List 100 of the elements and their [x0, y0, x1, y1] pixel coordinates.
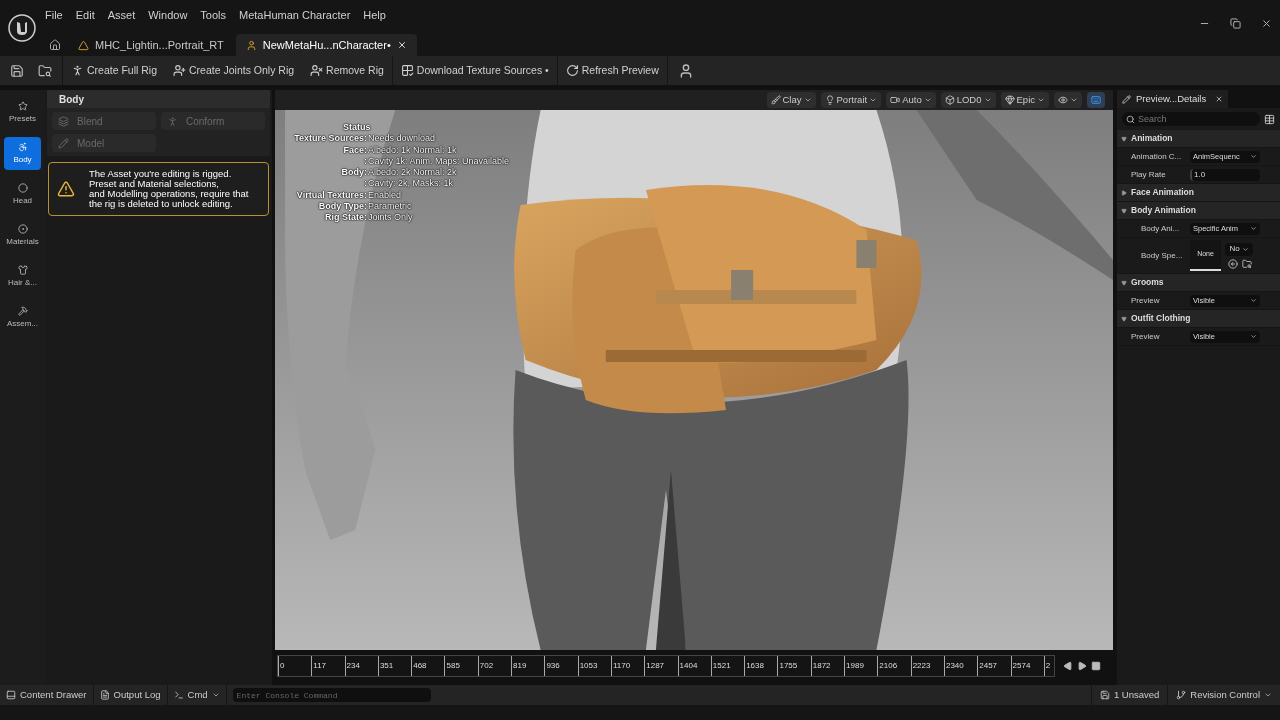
status-bar-button[interactable]: Cmd: [167, 685, 227, 705]
viewport-button[interactable]: Epic: [1000, 92, 1049, 108]
status-bar-button[interactable]: Content Drawer: [0, 685, 94, 705]
timeline-tick-label: 2340: [944, 661, 964, 670]
viewport-button[interactable]: [1087, 92, 1105, 108]
dropdown[interactable]: No: [1225, 242, 1253, 256]
property-label: Play Rate: [1131, 168, 1167, 181]
brush-icon: [770, 95, 781, 105]
toolbar-button[interactable]: Remove Rig: [302, 56, 392, 85]
search-field[interactable]: Search: [1122, 112, 1260, 126]
timeline-tick-label: 1872: [811, 661, 831, 670]
engine-logo-icon[interactable]: [8, 14, 36, 42]
previous-icon[interactable]: [1063, 661, 1073, 671]
timeline-tick-label: 1638: [745, 661, 764, 670]
caret-icon: [1264, 691, 1272, 699]
details-tab[interactable]: Preview...Details: [1117, 90, 1229, 108]
section-header[interactable]: Grooms: [1117, 274, 1280, 292]
toolbar-button[interactable]: Create Joints Only Rig: [165, 56, 303, 85]
caret-icon: [869, 96, 878, 104]
revision-control-button[interactable]: Revision Control: [1167, 685, 1280, 705]
status-label: Body:: [341, 167, 367, 179]
toolbar-button[interactable]: Refresh Preview: [556, 56, 667, 85]
caret-icon: [1250, 225, 1257, 232]
timeline-tick-label: 2574: [1011, 661, 1031, 670]
timeline-tick-label: 936: [545, 661, 560, 670]
expander-icon: [1121, 189, 1127, 196]
drawer-icon: [6, 690, 16, 700]
viewport-button[interactable]: Clay: [766, 92, 816, 108]
section-header[interactable]: Body Animation: [1117, 202, 1280, 220]
timeline-tick-label: 1521: [711, 661, 731, 670]
property-label: Preview: [1131, 294, 1161, 307]
status-label: Texture Sources:: [294, 133, 367, 145]
layers-icon: [58, 115, 69, 127]
document-tab[interactable]: NewMetaHu...nCharacter•: [235, 34, 417, 56]
viewport-button[interactable]: [1054, 92, 1082, 108]
toolbar-button[interactable]: Download Texture Sources •: [391, 56, 557, 85]
menu-item[interactable]: Help: [363, 6, 386, 24]
browse-icon[interactable]: [38, 63, 52, 78]
eye-icon: [1058, 95, 1068, 105]
menu-item[interactable]: MetaHuman Character: [239, 6, 351, 24]
close-icon[interactable]: [396, 40, 407, 50]
side-tab[interactable]: Body: [4, 137, 41, 170]
side-tab[interactable]: Assem...: [4, 301, 41, 334]
side-tab[interactable]: Presets: [4, 96, 41, 129]
timeline-tick-label: 585: [445, 661, 460, 670]
browse-icon[interactable]: [1242, 258, 1252, 269]
caret-icon: [1070, 96, 1078, 104]
timeline-ruler[interactable]: 0 117 234 351 468 585 702 819 936 1053 1170 1287 1404 1521 1638 1755 1872 1989 2106 2223 2340 2457 2574 2: [277, 655, 1055, 677]
section-header[interactable]: Animation: [1117, 130, 1280, 148]
menu-item[interactable]: File: [45, 6, 63, 24]
restore-icon[interactable]: [1230, 18, 1241, 29]
document-tab[interactable]: MHC_Lightin...Portrait_RT: [68, 34, 234, 56]
refresh-icon: [565, 64, 579, 77]
menu-item[interactable]: Asset: [107, 6, 136, 24]
side-tab[interactable]: Materials: [4, 219, 41, 252]
caret-icon: [211, 691, 220, 699]
timeline-tick-label: 351: [378, 661, 394, 670]
timeline-tick-label: 1989: [845, 661, 864, 670]
viewport-button[interactable]: LOD0: [940, 92, 996, 108]
table-view-icon[interactable]: [1264, 113, 1275, 125]
timeline-tick-label: 1287: [645, 661, 665, 670]
status-value: Cavity: 2k, Masks: 1k: [367, 178, 455, 190]
menu-item[interactable]: Edit: [75, 6, 95, 24]
status-bar-button[interactable]: Output Log: [93, 685, 168, 705]
hammer-icon: [17, 305, 28, 316]
expander-icon: [1121, 135, 1127, 142]
save-icon[interactable]: [10, 63, 24, 78]
caret-icon: [983, 96, 992, 104]
timeline-tick-label: 1404: [678, 661, 698, 670]
side-tab[interactable]: Head: [4, 178, 41, 211]
status-label: Face:: [343, 144, 367, 156]
close-icon[interactable]: [1261, 18, 1272, 29]
caret-icon: [923, 96, 932, 104]
expander-icon: [1121, 279, 1127, 286]
caret-icon: [1250, 333, 1257, 340]
cube-icon: [944, 95, 955, 105]
play-icon[interactable]: [1077, 661, 1087, 671]
property-label: Body Spe...: [1141, 249, 1184, 262]
menu-item[interactable]: Tools: [200, 6, 227, 24]
console-input[interactable]: Enter Console Command: [232, 688, 431, 702]
menu-item[interactable]: Window: [148, 6, 188, 24]
section-header[interactable]: Outfit Clothing: [1117, 310, 1280, 328]
property-label: Preview: [1131, 330, 1161, 343]
camera-icon: [890, 95, 901, 105]
status-value: Cavity 1k: Anim. Maps: Unavailable: [367, 155, 510, 168]
side-tab[interactable]: Hair &...: [4, 260, 41, 293]
viewport-button[interactable]: Portrait: [820, 92, 882, 108]
close-icon[interactable]: [1215, 95, 1224, 103]
home-icon[interactable]: [49, 39, 61, 51]
timeline-tick-label: 819: [512, 661, 527, 670]
timeline-tick-label: 117: [312, 661, 327, 670]
toolbar-button[interactable]: Create Full Rig: [63, 56, 166, 85]
viewport-button[interactable]: Auto: [886, 92, 936, 108]
status-title: Status: [343, 122, 372, 134]
status-label: Rig State:: [325, 212, 367, 224]
stop-icon[interactable]: [1091, 661, 1101, 671]
number-field[interactable]: 1.0: [1190, 168, 1260, 181]
unsaved-button[interactable]: 1 Unsaved: [1090, 685, 1168, 705]
status-label: :: [364, 155, 367, 168]
section-header[interactable]: Face Animation: [1117, 184, 1280, 202]
